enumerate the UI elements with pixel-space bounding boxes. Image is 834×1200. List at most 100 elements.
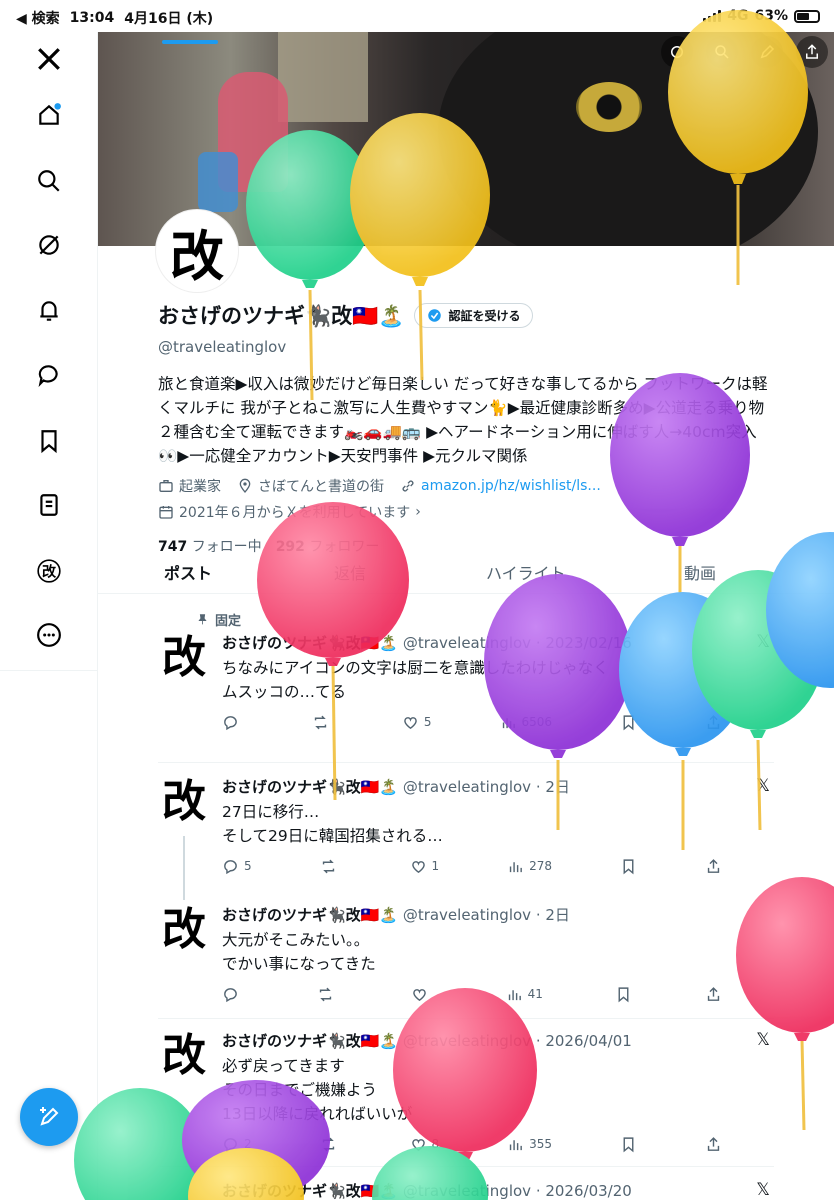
reply-button[interactable]	[222, 984, 244, 1004]
retweet-icon	[322, 1137, 334, 1151]
balloon-pink	[736, 877, 834, 1131]
tweet-avatar[interactable]: 改	[158, 776, 210, 828]
share-icon[interactable]	[795, 36, 828, 68]
heart-icon	[411, 860, 425, 873]
profile-joined[interactable]: 2021年６月からＸを利用しています ›	[158, 502, 778, 522]
tweet-text-line: その日までご機嫌よう	[222, 1081, 378, 1099]
profile-handle: @traveleatinglov	[158, 338, 287, 356]
banner-search-icon[interactable]	[705, 36, 738, 68]
bookmark-button[interactable]	[615, 984, 632, 1004]
share-icon	[707, 986, 720, 1001]
x-logo-icon: 𝕏	[756, 1180, 770, 1200]
share-button[interactable]	[705, 712, 722, 732]
share-button[interactable]	[705, 1134, 722, 1154]
like-count: 1	[431, 859, 440, 873]
bookmark-icon	[623, 714, 634, 730]
bookmark-button[interactable]	[620, 856, 637, 876]
tweet-text: 27日に移行… そして29日に韓国招集される…	[222, 800, 702, 848]
retweet-button[interactable]	[320, 856, 342, 876]
tweet-meta: @traveleatinglov · 2日	[402, 906, 570, 924]
back-to-search-link[interactable]: ◀ 検索	[16, 8, 60, 28]
messages-icon[interactable]	[30, 356, 68, 394]
like-button[interactable]: 5	[402, 712, 432, 732]
search-icon[interactable]	[30, 162, 68, 200]
share-icon	[707, 858, 720, 873]
reply-button[interactable]: 2	[222, 1134, 252, 1154]
active-tab-indicator	[162, 40, 218, 44]
like-button[interactable]: 8	[410, 1134, 440, 1154]
like-count: 5	[423, 715, 432, 729]
tweet-divider	[158, 1166, 774, 1167]
tab-media[interactable]: 動画	[684, 560, 716, 584]
banner-cat-eye	[576, 82, 642, 132]
tweet-author-name[interactable]: おさげのツナギ🐈‍⬛改🇹🇼🏝️	[222, 634, 398, 652]
share-icon	[707, 714, 720, 729]
views-button[interactable]: 355	[507, 1134, 552, 1154]
svg-text:改: 改	[42, 563, 57, 580]
tweet-author-name[interactable]: おさげのツナギ🐈‍⬛改🇹🇼🏝️	[222, 1032, 398, 1050]
retweet-button[interactable]	[312, 712, 334, 732]
profile-category-label: 起業家	[179, 479, 221, 495]
like-button[interactable]: 1	[410, 856, 440, 876]
retweet-button[interactable]	[320, 1134, 342, 1154]
tab-highlights[interactable]: ハイライト	[486, 560, 566, 584]
lists-icon[interactable]	[30, 486, 68, 524]
tweet-author-name[interactable]: おさげのツナギ🐈‍⬛改🇹🇼🏝️	[222, 906, 398, 924]
briefcase-icon	[159, 480, 173, 492]
retweet-icon	[319, 987, 331, 1001]
tweet-avatar[interactable]: 改	[158, 632, 210, 684]
heart-icon	[411, 1138, 425, 1151]
edit-pencil-icon[interactable]	[750, 36, 783, 68]
profile-link-label[interactable]: amazon.jp/hz/wishlist/ls...	[421, 478, 601, 494]
tweet-author-name[interactable]: おさげのツナギ🐈‍⬛改🇹🇼🏝️	[222, 1182, 398, 1200]
views-count: 41	[527, 987, 543, 1001]
reply-icon	[224, 859, 237, 874]
share-button[interactable]	[705, 856, 722, 876]
profile-avatar[interactable]: 改	[156, 210, 238, 292]
bookmarks-icon[interactable]	[30, 422, 68, 460]
get-verified-button[interactable]: 認証を受ける	[414, 302, 534, 328]
tab-replies[interactable]: 返信	[334, 560, 366, 584]
profile-avatar-icon[interactable]: 改	[30, 552, 68, 590]
views-button[interactable]: 6506	[500, 712, 552, 732]
retweet-icon	[314, 715, 327, 729]
like-count: 8	[431, 1137, 440, 1151]
bookmark-icon	[618, 986, 629, 1002]
bookmark-button[interactable]	[620, 1134, 637, 1154]
views-button[interactable]: 41	[506, 984, 543, 1004]
home-icon[interactable]	[30, 96, 68, 134]
grok-banner-icon[interactable]	[660, 36, 693, 68]
grok-icon[interactable]	[30, 226, 68, 264]
views-button[interactable]: 278	[507, 856, 552, 876]
bookmark-icon	[623, 1136, 634, 1152]
share-button[interactable]	[705, 984, 722, 1004]
x-logo-icon: 𝕏	[756, 776, 770, 796]
like-button[interactable]	[411, 984, 433, 1004]
bookmark-icon	[623, 858, 634, 874]
thread-connector-line	[183, 836, 185, 900]
tab-posts[interactable]: ポスト	[164, 560, 212, 584]
x-logo-icon: 𝕏	[756, 1030, 770, 1050]
tweet-author-name[interactable]: おさげのツナギ🐈‍⬛改🇹🇼🏝️	[222, 778, 398, 796]
more-icon[interactable]	[30, 616, 68, 654]
tweet-avatar[interactable]: 改	[158, 904, 210, 956]
status-date: 4月16日 (木)	[124, 11, 214, 27]
chevron-right-icon: ›	[415, 504, 421, 520]
reply-button[interactable]	[222, 712, 244, 732]
x-logo-icon[interactable]	[30, 40, 68, 78]
tweet-text: 必ず戻ってきます その日までご機嫌よう 13日以降に戻れればいいが	[222, 1054, 702, 1126]
bookmark-button[interactable]	[620, 712, 637, 732]
compose-post-button[interactable]	[20, 1088, 78, 1146]
profile-joined-label: 2021年６月からＸを利用しています	[179, 505, 411, 521]
retweet-button[interactable]	[317, 984, 339, 1004]
reply-button[interactable]: 5	[222, 856, 252, 876]
notifications-bell-icon[interactable]	[30, 292, 68, 330]
tweet-avatar[interactable]: 改	[158, 1030, 210, 1082]
profile-link[interactable]: amazon.jp/hz/wishlist/ls...	[400, 478, 601, 494]
profile-bio: 旅と食道楽▶収入は微妙だけど毎日楽しい だって好きな事してるから フットワークは…	[158, 375, 768, 465]
tweet-text-line: ムスッコの…てる	[222, 683, 347, 701]
views-count: 278	[529, 859, 553, 873]
tweet-actions: 5 6506	[222, 712, 722, 732]
pinned-label: 固定	[196, 610, 241, 629]
tweet-text-line: でかい事になってきた	[222, 955, 376, 973]
